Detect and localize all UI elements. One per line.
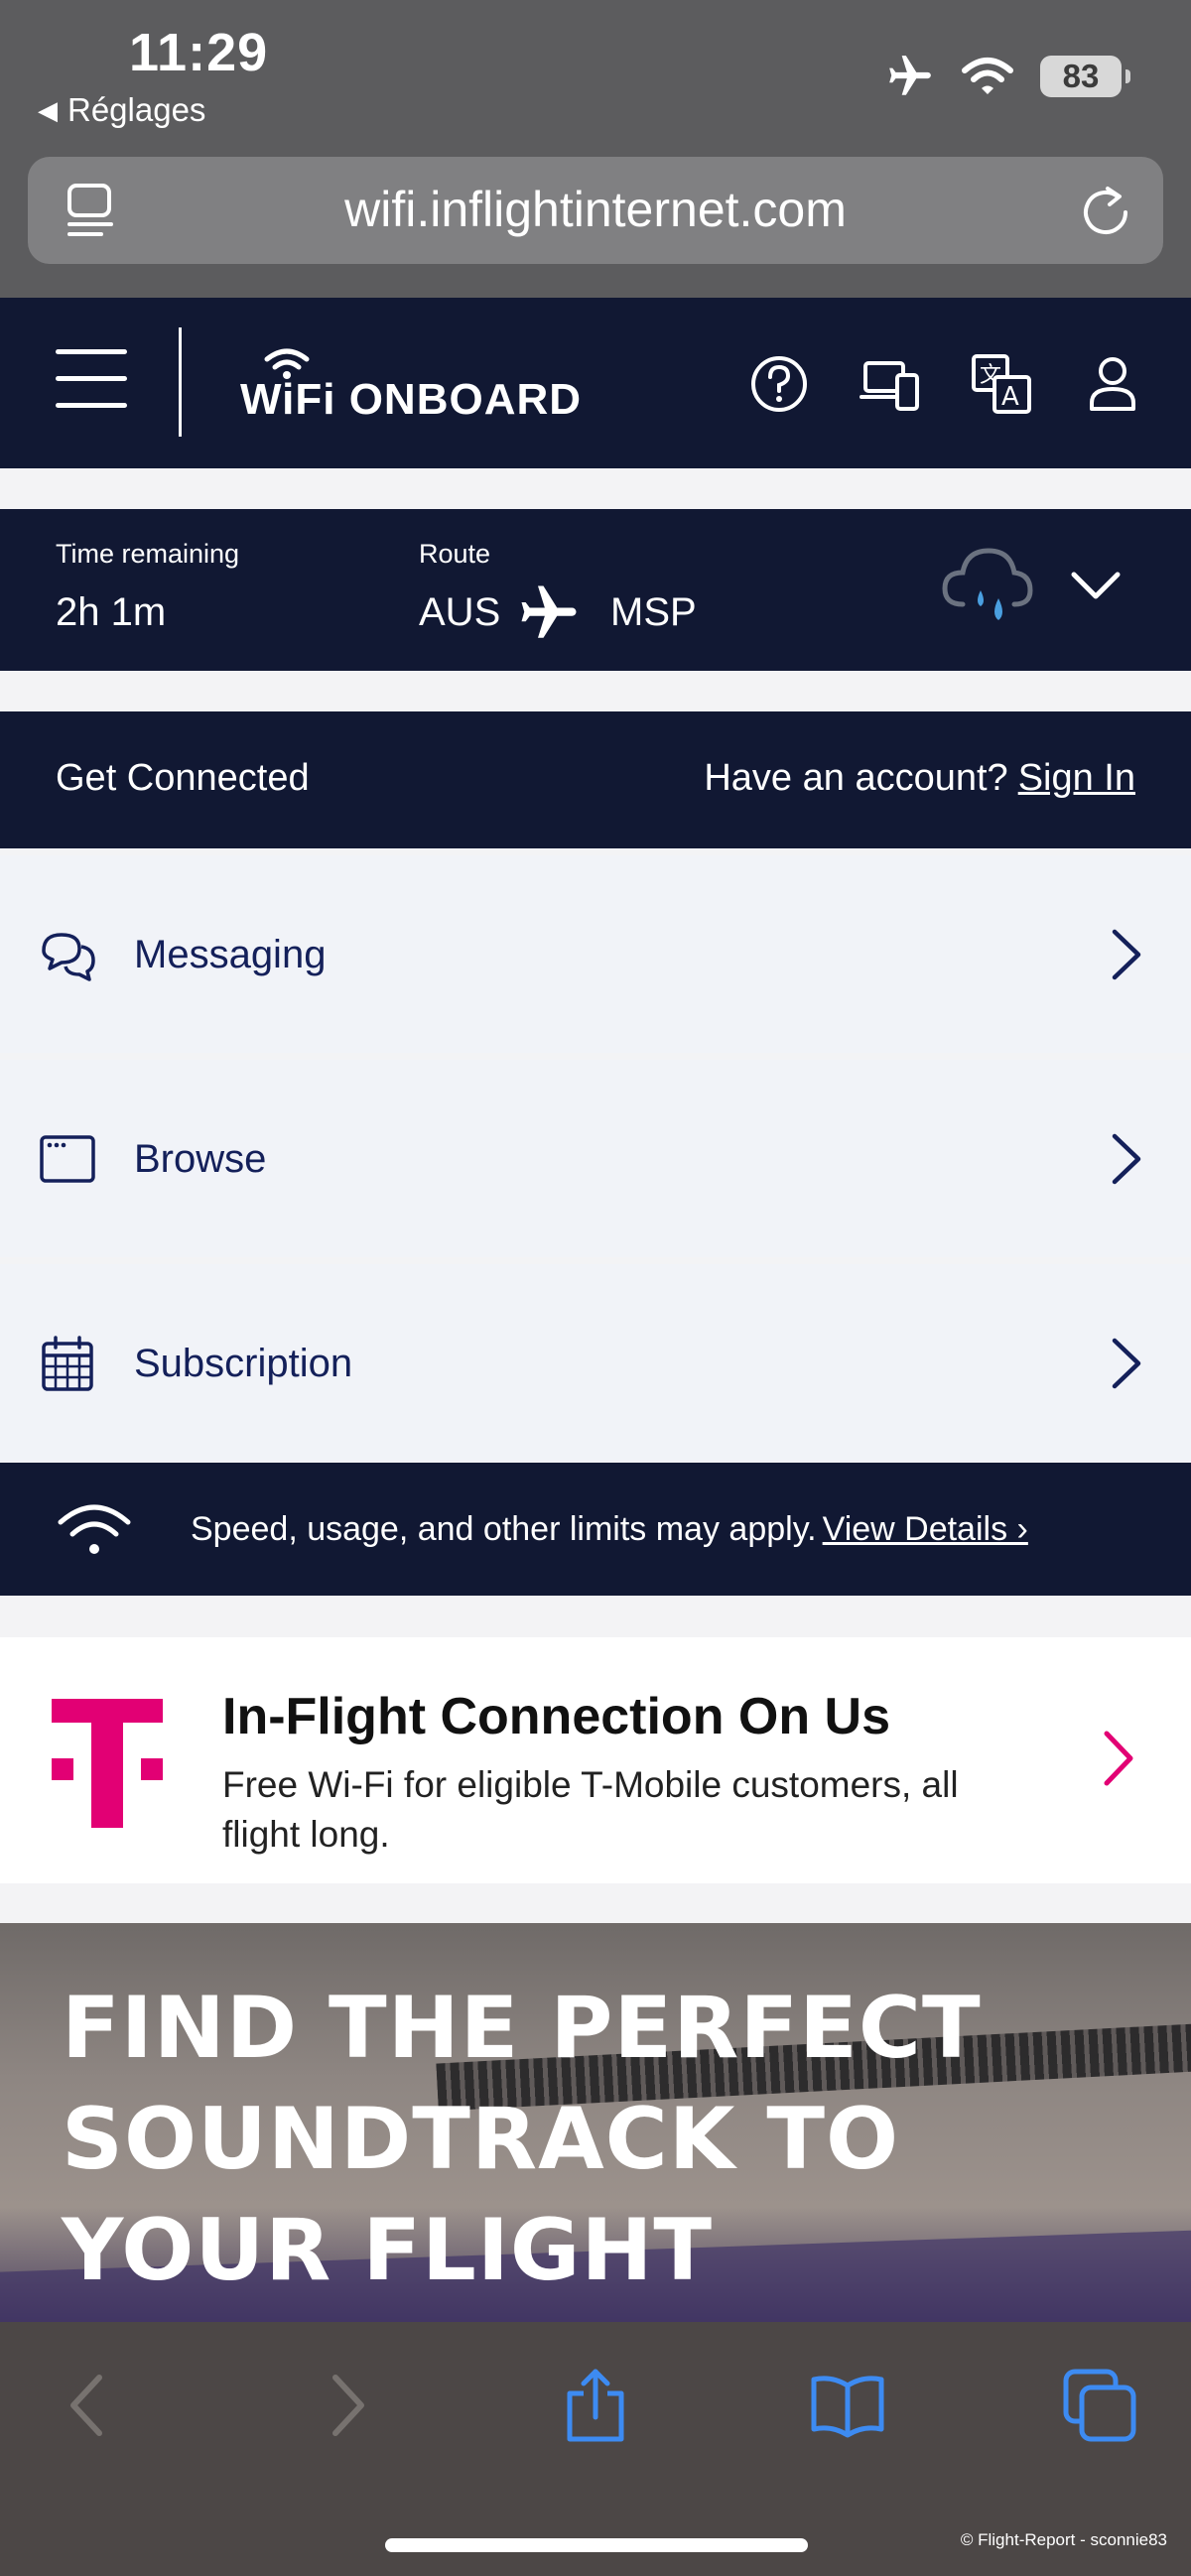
route-origin: AUS (419, 590, 501, 634)
weather-rain-icon (942, 548, 1033, 620)
forward-icon[interactable] (306, 2366, 385, 2445)
route-destination: MSP (610, 590, 697, 634)
menu-icon[interactable] (56, 349, 127, 409)
limits-text: Speed, usage, and other limits may apply… (191, 1510, 817, 1548)
banner-headline: FIND THE PERFECT SOUNDTRACK TO YOUR FLIG… (62, 1973, 982, 2306)
chevron-right-icon (1112, 1338, 1141, 1389)
status-icons: 83 (885, 52, 1130, 101)
svg-text:A: A (1001, 382, 1019, 412)
time-remaining-value: 2h 1m (56, 590, 167, 634)
chevron-right-icon (1112, 1133, 1141, 1185)
promo-description: Free Wi-Fi for eligible T-Mobile custome… (222, 1764, 959, 1855)
menu-item-browse[interactable]: Browse (0, 1060, 1191, 1257)
tabs-icon[interactable] (1060, 2366, 1139, 2445)
status-and-url-area: 11:29 ◀ Réglages 83 wifi.inflightinternet… (0, 0, 1191, 298)
account-icon[interactable] (1082, 353, 1143, 415)
banner-line: FIND THE PERFECT (62, 1979, 982, 2078)
limits-notice: Speed, usage, and other limits may apply… (191, 1510, 1028, 1549)
expand-chevron-icon[interactable] (1070, 571, 1122, 602)
bookmarks-icon[interactable] (808, 2366, 887, 2445)
banner-line: SOUNDTRACK TO (62, 2090, 900, 2189)
route-label: Route (419, 539, 491, 569)
flight-info-bar: Time remaining 2h 1m Route AUS MSP (0, 509, 1191, 671)
battery-indicator: 83 (1040, 56, 1130, 97)
time-remaining-label: Time remaining (56, 539, 240, 569)
chat-bubbles-icon (42, 933, 95, 981)
share-icon[interactable] (556, 2366, 635, 2445)
browser-window-icon (40, 1135, 95, 1183)
photo-credit: © Flight-Report - sconnie83 (960, 2530, 1167, 2549)
tmobile-logo-icon (52, 1699, 163, 1828)
logo-text: WiFi ONBOARD (240, 375, 583, 424)
reload-icon[interactable] (1078, 183, 1133, 238)
status-time: 11:29 (129, 23, 269, 82)
devices-icon[interactable] (860, 353, 921, 415)
sign-in-link[interactable]: Sign In (1018, 757, 1135, 799)
wifi-onboard-logo[interactable]: WiFi ONBOARD (240, 345, 597, 425)
menu-item-label: Messaging (134, 933, 327, 976)
get-connected-title: Get Connected (56, 757, 310, 799)
account-prompt-text: Have an account? (704, 757, 1008, 799)
back-icon[interactable] (50, 2366, 129, 2445)
wifi-icon (58, 1504, 131, 1554)
translate-icon[interactable]: 文A (971, 353, 1032, 415)
get-connected-bar: Get Connected Have an account? Sign In (0, 711, 1191, 848)
back-app-label: Réglages (67, 91, 206, 128)
home-indicator[interactable] (385, 2538, 808, 2552)
menu-item-subscription[interactable]: Subscription (0, 1264, 1191, 1462)
airplane-icon (521, 585, 577, 638)
menu-item-label: Subscription (134, 1342, 353, 1385)
header-divider (179, 327, 182, 437)
help-icon[interactable] (748, 353, 810, 415)
view-details-link[interactable]: View Details › (823, 1510, 1028, 1548)
calendar-icon (42, 1336, 93, 1391)
chevron-right-icon (1112, 929, 1141, 980)
back-to-app-link[interactable]: ◀ Réglages (38, 91, 205, 129)
promo-title: In-Flight Connection On Us (222, 1688, 891, 1745)
wifi-signal-icon (962, 58, 1013, 94)
tmobile-promo[interactable]: In-Flight Connection On Us Free Wi-Fi fo… (0, 1637, 1191, 1883)
airplane-mode-icon (889, 56, 931, 95)
url-text[interactable]: wifi.inflightinternet.com (28, 181, 1163, 238)
site-header: WiFi ONBOARD 文A (0, 298, 1191, 468)
back-triangle-icon: ◀ (38, 95, 58, 125)
chevron-right-icon (1104, 1731, 1133, 1786)
menu-item-label: Browse (134, 1137, 267, 1181)
banner-line: YOUR FLIGHT (62, 2201, 714, 2300)
page: 11:29 ◀ Réglages 83 wifi.inflightinternet… (0, 0, 1191, 2576)
header-icons: 文A (748, 353, 1143, 415)
account-prompt: Have an account? Sign In (704, 757, 1135, 800)
usage-limits-bar: Speed, usage, and other limits may apply… (0, 1463, 1191, 1596)
safari-address-bar[interactable]: wifi.inflightinternet.com (28, 157, 1163, 264)
menu-item-messaging[interactable]: Messaging (0, 855, 1191, 1053)
